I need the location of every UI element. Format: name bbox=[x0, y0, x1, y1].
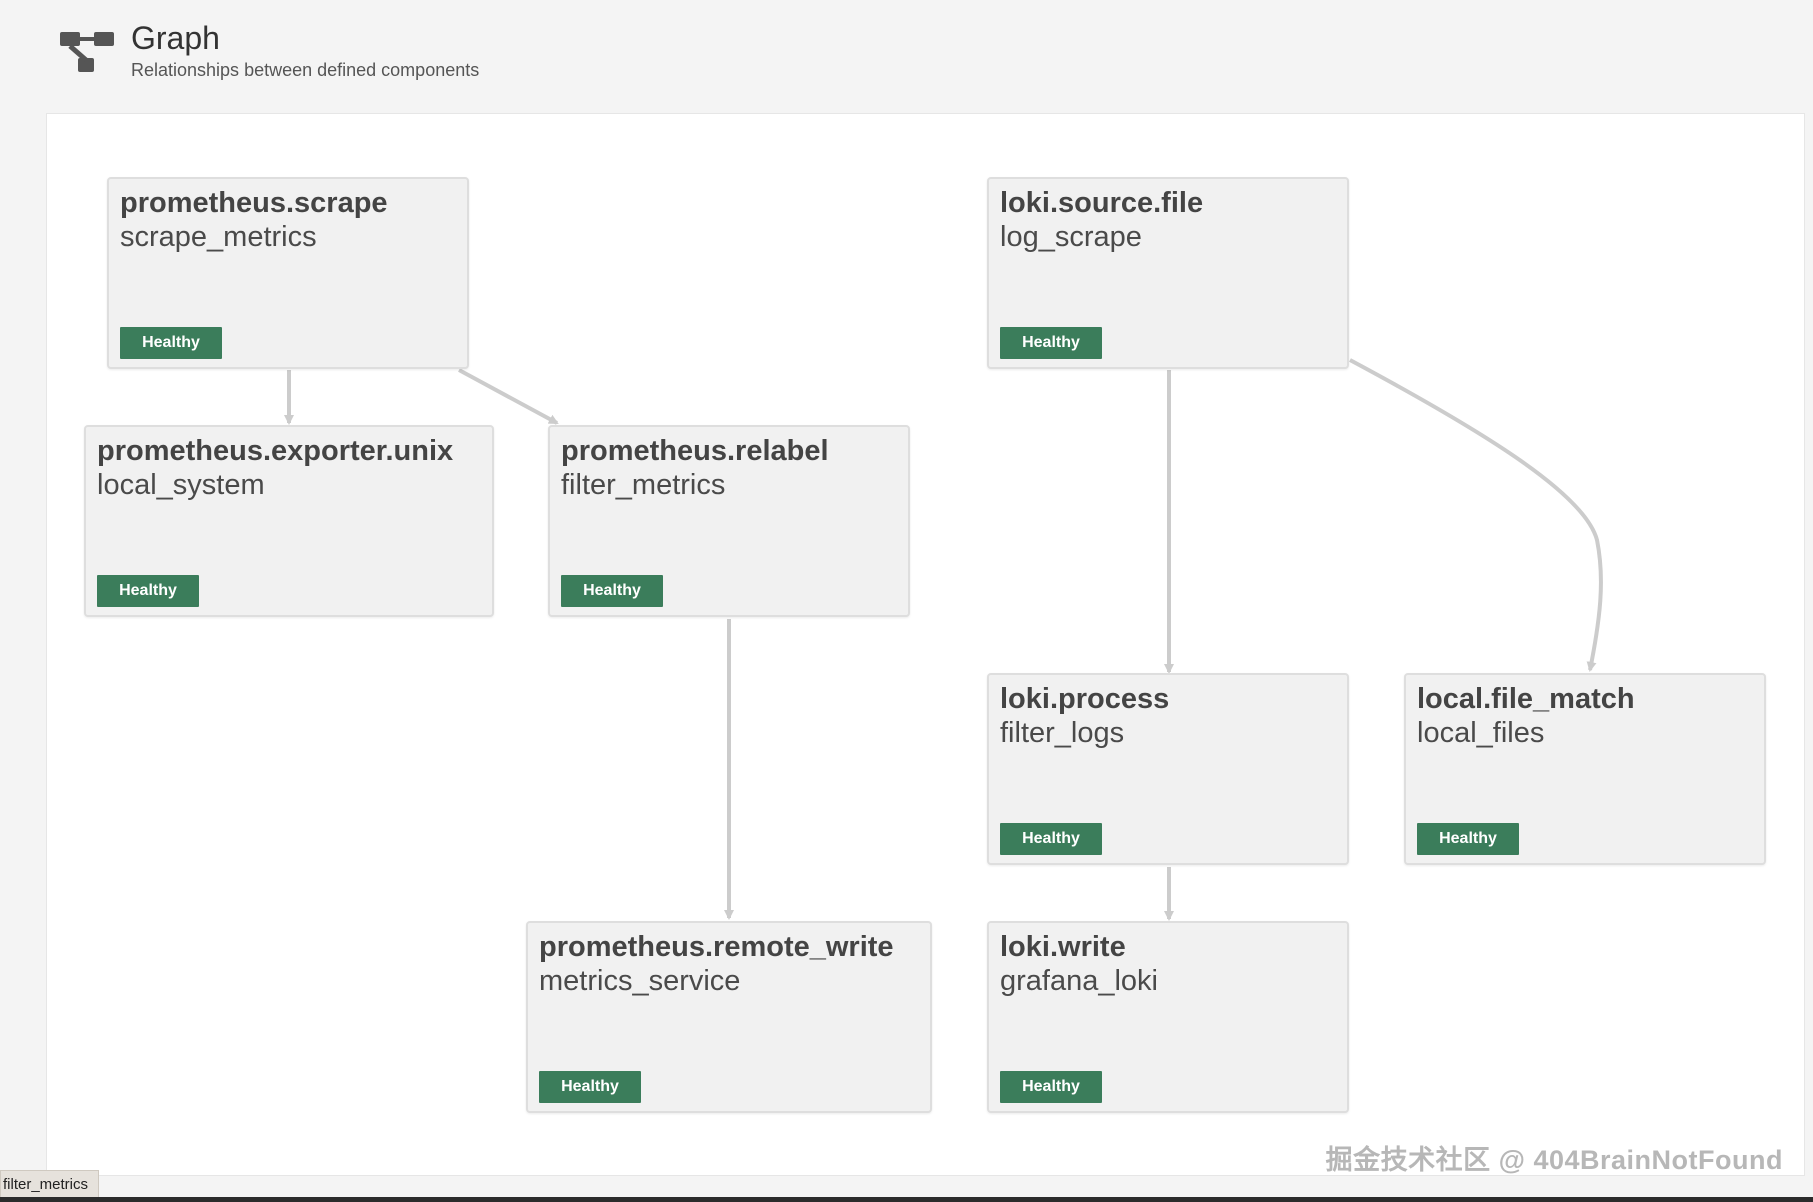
node-type: prometheus.exporter.unix bbox=[97, 435, 454, 467]
status-badge: Healthy bbox=[120, 327, 222, 359]
node-label: grafana_loki bbox=[1000, 965, 1158, 997]
page-subtitle: Relationships between defined components bbox=[131, 60, 480, 80]
node-label: log_scrape bbox=[1000, 221, 1142, 253]
bottom-bar bbox=[0, 1197, 1813, 1202]
status-tooltip: filter_metrics bbox=[0, 1170, 100, 1199]
node-type: loki.process bbox=[1000, 683, 1170, 715]
node-type: prometheus.remote_write bbox=[539, 931, 894, 963]
node-type: prometheus.relabel bbox=[561, 435, 829, 467]
node-type: loki.write bbox=[1000, 931, 1126, 963]
node-prometheus-remote-write[interactable]: prometheus.remote_write metrics_service … bbox=[526, 921, 932, 1113]
status-badge: Healthy bbox=[1000, 1071, 1102, 1103]
node-prometheus-scrape[interactable]: prometheus.scrape scrape_metrics Healthy bbox=[107, 177, 469, 369]
status-badge: Healthy bbox=[1417, 823, 1519, 855]
page-header: Graph Relationships between defined comp… bbox=[0, 0, 1813, 110]
node-loki-process[interactable]: loki.process filter_logs Healthy bbox=[987, 673, 1349, 865]
node-label: filter_logs bbox=[1000, 717, 1125, 749]
node-label: filter_metrics bbox=[561, 469, 726, 501]
node-label: local_files bbox=[1417, 717, 1545, 749]
node-prometheus-relabel[interactable]: prometheus.relabel filter_metrics Health… bbox=[548, 425, 910, 617]
status-badge: Healthy bbox=[561, 575, 663, 607]
node-label: scrape_metrics bbox=[120, 221, 317, 253]
node-type: local.file_match bbox=[1417, 683, 1635, 715]
node-prometheus-exporter-unix[interactable]: prometheus.exporter.unix local_system He… bbox=[84, 425, 494, 617]
watermark: 掘金技术社区 @ 404BrainNotFound bbox=[1325, 1145, 1783, 1175]
node-local-file-match[interactable]: local.file_match local_files Healthy bbox=[1404, 673, 1766, 865]
graph-icon bbox=[60, 32, 114, 72]
page-title: Graph bbox=[131, 20, 220, 56]
node-label: metrics_service bbox=[539, 965, 741, 997]
node-label: local_system bbox=[97, 469, 265, 501]
status-badge: Healthy bbox=[1000, 823, 1102, 855]
node-loki-write[interactable]: loki.write grafana_loki Healthy bbox=[987, 921, 1349, 1113]
node-type: prometheus.scrape bbox=[120, 187, 388, 219]
status-badge: Healthy bbox=[539, 1071, 641, 1103]
status-badge: Healthy bbox=[1000, 327, 1102, 359]
node-type: loki.source.file bbox=[1000, 187, 1204, 219]
node-loki-source-file[interactable]: loki.source.file log_scrape Healthy bbox=[987, 177, 1349, 369]
status-badge: Healthy bbox=[97, 575, 199, 607]
